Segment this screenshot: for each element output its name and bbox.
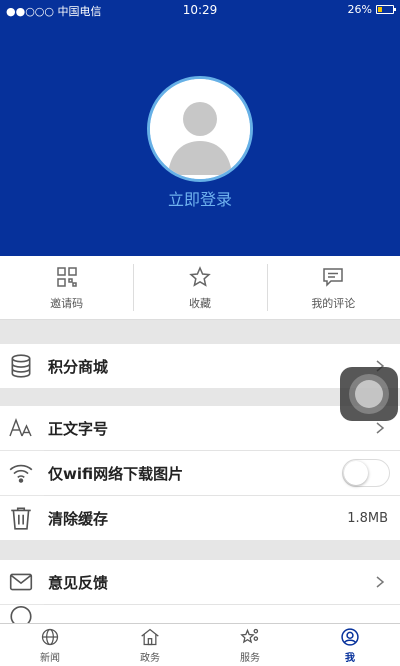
default-avatar-icon xyxy=(150,79,250,179)
clock: 10:29 xyxy=(182,3,218,17)
tab-government[interactable]: 政务 xyxy=(100,624,200,666)
star-icon xyxy=(189,265,211,287)
favorites-label: 收藏 xyxy=(188,296,211,310)
status-right: 26% xyxy=(347,3,396,16)
section-gap xyxy=(0,540,400,560)
globe-icon xyxy=(41,628,59,645)
battery-icon xyxy=(376,5,396,14)
feedback-label: 意见反馈 xyxy=(48,573,109,592)
quick-actions: 邀请码 收藏 我的评论 xyxy=(0,256,400,320)
avatar[interactable] xyxy=(147,76,253,182)
font-size-icon xyxy=(8,415,34,441)
invite-code-button[interactable]: 邀请码 xyxy=(0,256,133,319)
trash-icon xyxy=(8,505,34,531)
points-mall-label: 积分商城 xyxy=(48,357,109,376)
tab-me[interactable]: 我 xyxy=(300,624,400,666)
clear-cache-row[interactable]: 清除缓存 1.8MB xyxy=(0,496,400,540)
section-gap xyxy=(0,320,400,344)
wifi-icon xyxy=(8,460,34,486)
partial-row xyxy=(0,605,400,623)
feedback-row[interactable]: 意见反馈 xyxy=(0,560,400,604)
assistive-touch-ring xyxy=(349,374,389,414)
user-icon xyxy=(341,627,359,646)
assistive-touch-button[interactable] xyxy=(340,367,398,421)
profile-header: 立即登录 xyxy=(0,20,400,256)
wifi-images-toggle[interactable] xyxy=(342,459,390,487)
battery-percent: 26% xyxy=(347,3,372,16)
login-link[interactable]: 立即登录 xyxy=(0,186,400,210)
invite-code-label: 邀请码 xyxy=(50,296,84,310)
tab-services[interactable]: 服务 xyxy=(200,624,300,666)
bottom-tab-bar: 新闻 政务 服务 我 xyxy=(0,623,400,666)
service-icon xyxy=(240,628,259,643)
qr-code-icon xyxy=(56,266,77,287)
tab-news[interactable]: 新闻 xyxy=(0,624,100,666)
cache-size-value: 1.8MB xyxy=(347,510,388,526)
tab-services-label: 服务 xyxy=(240,652,260,664)
chevron-right-icon xyxy=(376,422,385,434)
font-size-label: 正文字号 xyxy=(48,419,109,438)
assistive-touch-core xyxy=(355,380,383,408)
toggle-knob xyxy=(344,461,368,485)
favorites-button[interactable]: 收藏 xyxy=(133,256,266,319)
wifi-images-label: 仅wifi网络下载图片 xyxy=(48,464,184,483)
chevron-right-icon xyxy=(376,576,385,588)
info-icon xyxy=(8,605,34,623)
government-icon xyxy=(141,628,159,645)
database-icon xyxy=(8,353,34,379)
mail-icon xyxy=(8,569,34,595)
clear-cache-label: 清除缓存 xyxy=(48,509,109,528)
tab-news-label: 新闻 xyxy=(40,652,60,664)
comment-icon xyxy=(323,267,344,287)
my-comments-label: 我的评论 xyxy=(311,296,356,310)
status-bar: ●●○○○ 中国电信 10:29 26% xyxy=(0,0,400,20)
my-comments-button[interactable]: 我的评论 xyxy=(266,256,400,319)
wifi-images-row: 仅wifi网络下载图片 xyxy=(0,451,400,495)
tab-me-label: 我 xyxy=(345,652,355,664)
tab-government-label: 政务 xyxy=(140,652,160,664)
